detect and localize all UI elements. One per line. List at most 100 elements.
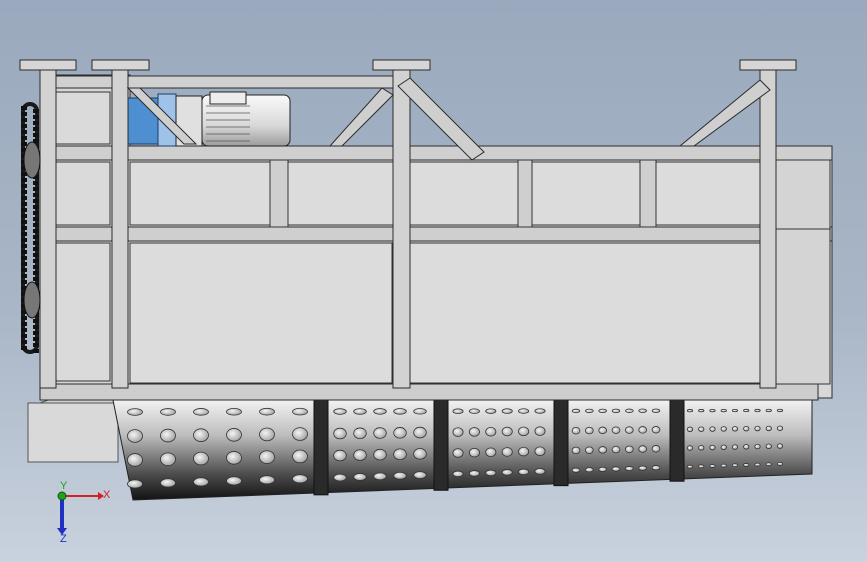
body-strut-3 (639, 159, 657, 228)
chain-link (21, 340, 27, 344)
drum-hole (501, 426, 513, 437)
drum-hole (292, 407, 308, 416)
drum-hole (413, 471, 427, 479)
chain-link (33, 253, 39, 257)
drum-hole (585, 446, 594, 454)
drum-hole (485, 447, 497, 458)
drum-hole (534, 446, 546, 456)
chain-link (21, 220, 27, 224)
chain-link (33, 241, 39, 245)
drum-hole (333, 427, 347, 440)
drum-hole (571, 467, 581, 473)
drum-hole (353, 427, 367, 440)
drum-hole (625, 445, 634, 454)
drum-hole (709, 408, 716, 413)
chain-link (21, 262, 27, 266)
chain-link (21, 142, 27, 146)
coordinate-triad[interactable]: X Y Z (57, 480, 111, 545)
chain-link (21, 106, 27, 110)
drum-hole (585, 467, 594, 473)
post-1 (39, 69, 57, 389)
drum-hole (226, 476, 242, 486)
chain-link (33, 181, 39, 185)
drum-hole (709, 464, 716, 468)
drum-hole (776, 408, 784, 413)
drum-hole (765, 425, 772, 432)
drum-hole (776, 461, 784, 466)
drum-body (112, 399, 813, 501)
drum-hole (754, 462, 761, 467)
chain-link (21, 328, 27, 332)
chain-link (21, 346, 27, 350)
body-subpanel-7 (775, 159, 831, 385)
drum-hole (534, 408, 546, 414)
drum-hole (333, 408, 347, 415)
chain-link (33, 211, 39, 215)
drum-hole (452, 408, 464, 414)
drum-hole (226, 407, 242, 416)
drum-hole (468, 447, 480, 458)
chain-link (21, 190, 27, 194)
drum-hole (413, 426, 427, 439)
drum-hole (776, 443, 784, 449)
drum-hole (259, 407, 275, 416)
drum-hole (452, 470, 464, 478)
chain-link (21, 280, 27, 284)
drum-hole (651, 465, 661, 471)
left-inner-panel-1 (55, 91, 111, 145)
drum-hole (468, 470, 480, 477)
drum-hole (709, 444, 716, 451)
drum-hole (259, 450, 275, 464)
left-inner-panel-3 (55, 242, 111, 382)
triad-y-origin (57, 491, 67, 501)
body-subpanel-4 (655, 161, 761, 226)
drum-hole (720, 444, 727, 450)
chain-link (33, 109, 39, 113)
drive-chain[interactable] (21, 102, 41, 354)
chain-link (33, 271, 39, 275)
drum-hole (413, 448, 427, 460)
drum-hole (193, 477, 209, 487)
cad-viewport[interactable]: X Y Z (0, 0, 867, 562)
brace-2 (328, 87, 394, 147)
drum-hole (698, 409, 705, 413)
chain-link (33, 319, 39, 323)
body-strut-2 (517, 159, 533, 228)
drum-hole (743, 408, 750, 413)
chain-link (33, 325, 39, 329)
drum-hole (127, 479, 143, 489)
drum-hole (373, 427, 387, 439)
drum-hole (743, 444, 750, 450)
drum-hole (393, 448, 407, 461)
chain-link (21, 124, 27, 128)
perforated-drum[interactable] (112, 399, 813, 501)
drum-hole (292, 427, 308, 441)
drum-hole (686, 409, 694, 413)
post-4-cap (739, 59, 797, 71)
drum-hole (571, 426, 581, 435)
base-skid (27, 402, 119, 463)
drum-hole (698, 426, 705, 432)
drum-hole (625, 426, 634, 434)
drum-hole (625, 408, 634, 413)
chain-link (33, 259, 39, 263)
chain-link (33, 277, 39, 281)
chain-link (21, 238, 27, 242)
drum-hole (651, 445, 661, 453)
drum-hole (127, 453, 143, 467)
drum-hole (686, 445, 694, 451)
drum-hole (638, 445, 647, 453)
model-canvas[interactable]: X Y Z (0, 0, 867, 562)
drum-hole (598, 426, 607, 435)
drum-hole (373, 448, 387, 461)
drum-hole (754, 408, 761, 413)
drum-hole (160, 428, 176, 443)
drum-hole (611, 426, 621, 434)
drum-hole (259, 475, 275, 485)
drum-hole (518, 426, 530, 437)
post-1-cap (19, 59, 77, 71)
drum-hole (501, 447, 513, 457)
drum-hole (776, 425, 784, 431)
drum-hole (598, 408, 607, 414)
drum-hole (452, 448, 464, 458)
